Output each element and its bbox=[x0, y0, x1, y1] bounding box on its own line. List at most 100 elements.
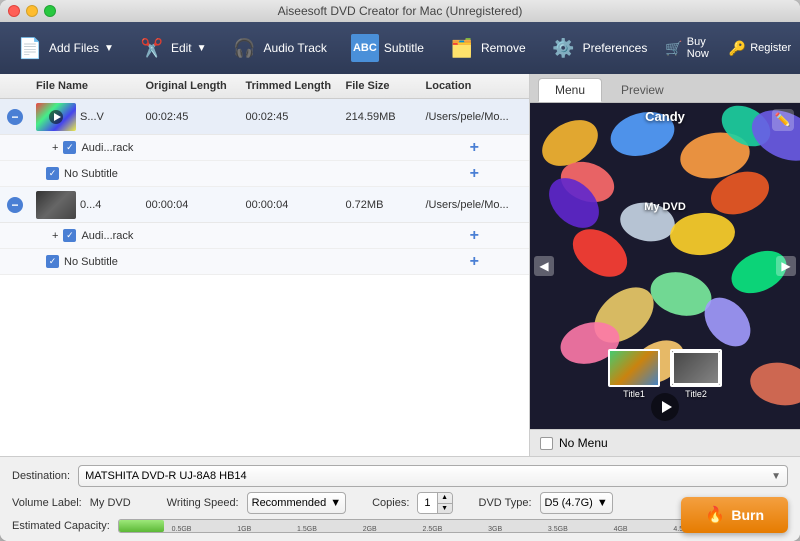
settings-row: Volume Label: My DVD Writing Speed: Reco… bbox=[12, 492, 788, 514]
play-icon bbox=[54, 113, 61, 121]
no-menu-checkbox[interactable] bbox=[540, 437, 553, 450]
remove-row-btn-2[interactable]: − bbox=[7, 197, 23, 213]
capacity-fill bbox=[119, 520, 165, 532]
audio-sub-row-2: + ✓ Audi...rack + bbox=[0, 223, 529, 249]
capacity-label: Estimated Capacity: bbox=[12, 520, 110, 532]
burn-button[interactable]: 🔥 Burn bbox=[681, 497, 788, 533]
spinner-down[interactable]: ▼ bbox=[438, 504, 452, 515]
table-row[interactable]: − 0...4 00:00:04 00:00:04 0.72MB /Users/… bbox=[0, 187, 529, 223]
thumb-2[interactable]: Title2 bbox=[670, 349, 722, 399]
thumb-img-2 bbox=[670, 349, 722, 387]
spinner-up[interactable]: ▲ bbox=[438, 492, 452, 504]
volume-value: My DVD bbox=[90, 497, 131, 509]
volume-label: Volume Label: bbox=[12, 497, 82, 509]
thumb-1[interactable]: Title1 bbox=[608, 349, 660, 399]
edit-button[interactable]: ✂️ Edit ▼ bbox=[130, 30, 215, 66]
register-button[interactable]: 🔑 Register bbox=[721, 36, 799, 61]
table-row[interactable]: − S...V 00:02:45 00:02:4 bbox=[0, 99, 529, 135]
thumb-img-1 bbox=[608, 349, 660, 387]
cart-icon: 🛒 bbox=[665, 40, 682, 57]
preferences-button[interactable]: ⚙️ Preferences bbox=[542, 30, 656, 66]
remove-button[interactable]: 🗂️ Remove bbox=[440, 30, 534, 66]
burn-btn-container: 🔥 Burn bbox=[681, 497, 788, 533]
tab-preview[interactable]: Preview bbox=[604, 78, 681, 102]
add-files-button[interactable]: 📄 Add Files ▼ bbox=[8, 30, 122, 66]
no-menu-label: No Menu bbox=[559, 436, 608, 450]
dvd-type-select[interactable]: D5 (4.7G) ▼ bbox=[540, 492, 613, 514]
preview-thumbnails: Title1 Title2 bbox=[608, 349, 722, 399]
thumb-label-1: Title1 bbox=[623, 389, 645, 399]
remove-icon: 🗂️ bbox=[448, 34, 476, 62]
audio-checkbox[interactable]: ✓ bbox=[63, 141, 76, 154]
file-panel: File Name Original Length Trimmed Length… bbox=[0, 74, 530, 456]
file-list-header: File Name Original Length Trimmed Length… bbox=[0, 74, 529, 99]
bottom-panel-inner: Destination: MATSHITA DVD-R UJ-8A8 HB14 … bbox=[0, 456, 800, 541]
destination-label: Destination: bbox=[12, 470, 70, 482]
file-thumbnail bbox=[36, 103, 76, 131]
mark-4gb: 4GB bbox=[614, 526, 628, 533]
subtitle-sub-row: ✓ No Subtitle + bbox=[0, 161, 529, 187]
audio-icon: 🎧 bbox=[231, 34, 259, 62]
add-files-icon: 📄 bbox=[16, 34, 44, 62]
mark-3gb: 3GB bbox=[488, 526, 502, 533]
add-audio-btn-2[interactable]: + bbox=[466, 227, 483, 245]
bottom-panel: Destination: MATSHITA DVD-R UJ-8A8 HB14 … bbox=[0, 456, 800, 541]
close-button[interactable] bbox=[8, 5, 20, 17]
audio-track-label: Audi...rack bbox=[81, 142, 133, 154]
file-location-2: /Users/pele/Mo... bbox=[420, 196, 530, 214]
toolbar-right: 🛒 Buy Now 🔑 Register bbox=[657, 32, 799, 64]
menu-title: Candy bbox=[645, 109, 685, 124]
maximize-button[interactable] bbox=[44, 5, 56, 17]
writing-speed-select[interactable]: Recommended ▼ bbox=[247, 492, 346, 514]
spinner-buttons: ▲ ▼ bbox=[437, 492, 452, 514]
buy-now-button[interactable]: 🛒 Buy Now bbox=[657, 32, 716, 64]
audio-track-button[interactable]: 🎧 Audio Track bbox=[223, 30, 335, 66]
destination-row: Destination: MATSHITA DVD-R UJ-8A8 HB14 … bbox=[12, 465, 788, 487]
thumb-label-2: Title2 bbox=[685, 389, 707, 399]
tab-menu[interactable]: Menu bbox=[538, 78, 602, 102]
subtitle-checkbox[interactable]: ✓ bbox=[46, 167, 59, 180]
speed-arrow-icon: ▼ bbox=[330, 497, 341, 509]
col-original: Original Length bbox=[140, 77, 240, 95]
add-subtitle-btn-2[interactable]: + bbox=[466, 253, 483, 271]
edit-menu-btn[interactable]: ✏️ bbox=[772, 109, 794, 131]
play-center-btn[interactable] bbox=[651, 393, 679, 421]
register-icon: 🔑 bbox=[729, 40, 746, 57]
add-audio-btn[interactable]: + bbox=[466, 139, 483, 157]
add-subtitle-btn[interactable]: + bbox=[466, 165, 483, 183]
file-list: − S...V 00:02:45 00:02:4 bbox=[0, 99, 529, 456]
prev-arrow[interactable]: ◀ bbox=[534, 256, 554, 276]
col-trimmed: Trimmed Length bbox=[240, 77, 340, 95]
dvd-type-label: DVD Type: bbox=[479, 497, 532, 509]
content-area: File Name Original Length Trimmed Length… bbox=[0, 74, 800, 456]
mark-2.5gb: 2.5GB bbox=[422, 526, 442, 533]
preferences-icon: ⚙️ bbox=[550, 34, 578, 62]
trimmed-length: 00:02:45 bbox=[240, 108, 340, 126]
subtitle-button[interactable]: ABC Subtitle bbox=[343, 30, 432, 66]
subtitle-sub-row-2: ✓ No Subtitle + bbox=[0, 249, 529, 275]
file-name-2: 0...4 bbox=[80, 199, 101, 211]
trimmed-length-2: 00:00:04 bbox=[240, 196, 340, 214]
remove-row-btn[interactable]: − bbox=[7, 109, 23, 125]
subtitle-label-2: No Subtitle bbox=[64, 256, 118, 268]
col-size: File Size bbox=[340, 77, 420, 95]
burn-label: Burn bbox=[731, 507, 764, 523]
preview-tabs: Menu Preview bbox=[530, 74, 800, 103]
audio-sub-row: + ✓ Audi...rack + bbox=[0, 135, 529, 161]
play-overlay bbox=[49, 110, 63, 124]
preview-content: ◀ ▶ Candy ✏️ My DVD Title1 bbox=[530, 103, 800, 429]
file-location: /Users/pele/Mo... bbox=[420, 108, 530, 126]
file-size: 214.59MB bbox=[340, 108, 420, 126]
copies-spinner[interactable]: 1 ▲ ▼ bbox=[417, 492, 452, 514]
destination-select[interactable]: MATSHITA DVD-R UJ-8A8 HB14 ▼ bbox=[78, 465, 788, 487]
col-filename: File Name bbox=[30, 77, 140, 95]
mark-1.5gb: 1.5GB bbox=[297, 526, 317, 533]
original-length-2: 00:00:04 bbox=[140, 196, 240, 214]
audio-track-label-2: Audi...rack bbox=[81, 230, 133, 242]
next-arrow[interactable]: ▶ bbox=[776, 256, 796, 276]
subtitle-checkbox-2[interactable]: ✓ bbox=[46, 255, 59, 268]
window-title: Aiseesoft DVD Creator for Mac (Unregiste… bbox=[278, 4, 523, 18]
mark-0.5gb: 0.5GB bbox=[172, 526, 192, 533]
minimize-button[interactable] bbox=[26, 5, 38, 17]
audio-checkbox-2[interactable]: ✓ bbox=[63, 229, 76, 242]
